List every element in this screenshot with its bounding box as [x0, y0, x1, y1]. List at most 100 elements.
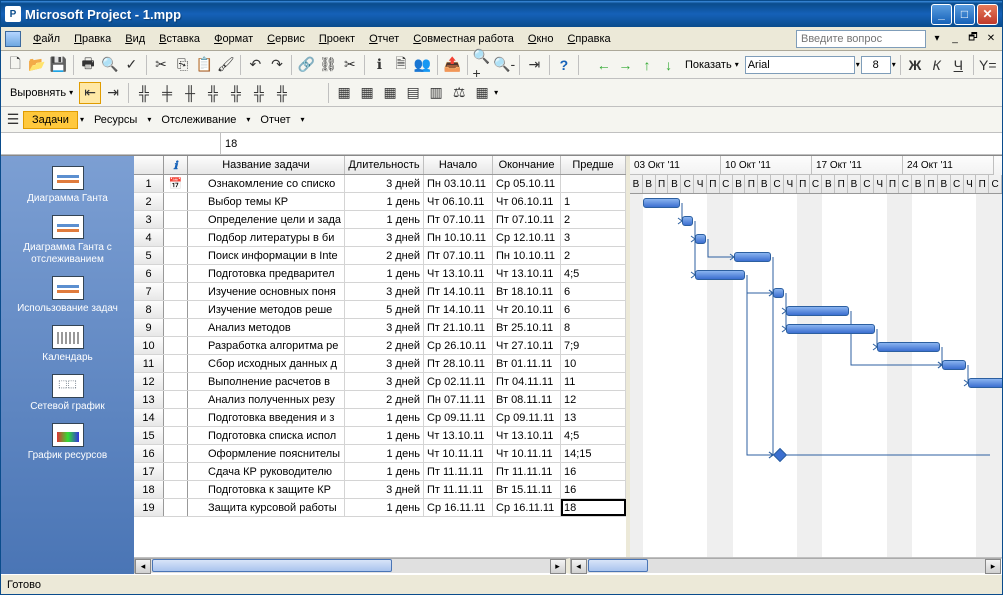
menu-вставка[interactable]: Вставка — [152, 30, 207, 48]
row-number[interactable]: 12 — [134, 373, 164, 390]
row-number[interactable]: 6 — [134, 265, 164, 282]
dur-cell[interactable]: 5 дней — [345, 301, 424, 318]
name-cell[interactable]: Сдача КР руководителю — [188, 463, 345, 480]
table-row[interactable]: 15Подготовка списка испол1 деньЧт 13.10.… — [134, 427, 626, 445]
gantt-bar[interactable] — [734, 252, 771, 262]
indent-button[interactable]: ⇥ — [102, 82, 124, 104]
start-cell[interactable]: Чт 13.10.11 — [424, 265, 493, 282]
row-number[interactable]: 14 — [134, 409, 164, 426]
start-header[interactable]: Начало — [424, 156, 493, 174]
dur-cell[interactable]: 1 день — [345, 193, 424, 210]
week-header[interactable]: 24 Окт '11 — [903, 156, 994, 175]
table-row[interactable]: 14Подготовка введения и з1 деньСр 09.11.… — [134, 409, 626, 427]
name-cell[interactable]: Сбор исходных данных д — [188, 355, 345, 372]
table-row[interactable]: 3Определение цели и зада1 деньПт 07.10.1… — [134, 211, 626, 229]
name-cell[interactable]: Анализ методов — [188, 319, 345, 336]
pred-cell[interactable]: 11 — [561, 373, 626, 390]
gantt-bar[interactable] — [942, 360, 966, 370]
dur-cell[interactable]: 1 день — [345, 445, 424, 462]
table-row[interactable]: 13Анализ полученных резу2 днейПн 07.11.1… — [134, 391, 626, 409]
preview-button[interactable]: 🔍 — [99, 54, 120, 76]
dur-cell[interactable]: 1 день — [345, 499, 424, 516]
dur-cell[interactable]: 3 дней — [345, 319, 424, 336]
name-cell[interactable]: Поиск информации в Inte — [188, 247, 345, 264]
report-tab[interactable]: Отчет — [252, 112, 298, 128]
pred-cell[interactable]: 3 — [561, 229, 626, 246]
ask-question-input[interactable] — [796, 30, 926, 48]
font-name-combo[interactable] — [745, 56, 855, 74]
pred-cell[interactable]: 12 — [561, 391, 626, 408]
info-cell[interactable] — [164, 319, 188, 336]
t2-button[interactable]: ╪ — [156, 82, 178, 104]
notes-button[interactable]: 🗎 — [391, 54, 412, 76]
table-row[interactable]: 17Сдача КР руководителю1 деньПт 11.11.11… — [134, 463, 626, 481]
g2-button[interactable]: ▦ — [356, 82, 378, 104]
g7-arrow-icon[interactable]: ▾ — [494, 88, 498, 97]
row-number[interactable]: 15 — [134, 427, 164, 444]
start-cell[interactable]: Пт 21.10.11 — [424, 319, 493, 336]
gantt-bar[interactable] — [773, 288, 784, 298]
end-cell[interactable]: Пт 04.11.11 — [493, 373, 561, 390]
link-button[interactable]: 🔗 — [296, 54, 317, 76]
info-cell[interactable] — [164, 229, 188, 246]
show-dropdown[interactable]: Показать▾ — [680, 54, 744, 76]
name-cell[interactable]: Выполнение расчетов в — [188, 373, 345, 390]
pred-cell[interactable]: 13 — [561, 409, 626, 426]
spell-button[interactable]: ✓ — [121, 54, 142, 76]
info-cell[interactable] — [164, 391, 188, 408]
end-cell[interactable]: Вт 18.10.11 — [493, 283, 561, 300]
gantt-bar[interactable] — [786, 306, 849, 316]
start-cell[interactable]: Чт 06.10.11 — [424, 193, 493, 210]
nav-gantt[interactable]: Использование задач — [1, 272, 134, 319]
g7-button[interactable]: ▦ — [471, 82, 493, 104]
name-cell[interactable]: Ознакомление со списко — [188, 175, 345, 192]
name-cell[interactable]: Разработка алгоритма ре — [188, 337, 345, 354]
end-cell[interactable]: Вт 25.10.11 — [493, 319, 561, 336]
close-button[interactable]: ✕ — [977, 4, 998, 25]
end-cell[interactable]: Ср 16.11.11 — [493, 499, 561, 516]
cell-reference[interactable] — [1, 133, 221, 154]
g1-button[interactable]: ▦ — [333, 82, 355, 104]
end-cell[interactable]: Чт 13.10.11 — [493, 427, 561, 444]
format-painter-button[interactable]: 🖌 — [216, 54, 237, 76]
gantt-scroll-thumb[interactable] — [588, 559, 648, 572]
gantt-bar[interactable] — [695, 234, 706, 244]
name-cell[interactable]: Выбор темы КР — [188, 193, 345, 210]
menu-файл[interactable]: Файл — [26, 30, 67, 48]
track-arrow-icon[interactable]: ▾ — [246, 115, 250, 124]
table-row[interactable]: 4Подбор литературы в би3 днейПн 10.10.11… — [134, 229, 626, 247]
new-button[interactable]: 🗋 — [5, 54, 26, 76]
info-cell[interactable] — [164, 445, 188, 462]
assign-button[interactable]: 👥 — [412, 54, 433, 76]
start-cell[interactable]: Пт 14.10.11 — [424, 283, 493, 300]
start-cell[interactable]: Пн 03.10.11 — [424, 175, 493, 192]
gantt-bar[interactable] — [695, 270, 745, 280]
info-cell[interactable] — [164, 301, 188, 318]
undo-button[interactable]: ↶ — [245, 54, 266, 76]
end-cell[interactable]: Пт 07.10.11 — [493, 211, 561, 228]
dur-cell[interactable]: 1 день — [345, 463, 424, 480]
table-row[interactable]: 5Поиск информации в Inte2 днейПт 07.10.1… — [134, 247, 626, 265]
pred-cell[interactable]: 10 — [561, 355, 626, 372]
name-cell[interactable]: Изучение основных поня — [188, 283, 345, 300]
start-cell[interactable]: Пт 14.10.11 — [424, 301, 493, 318]
info-cell[interactable]: 📅 — [164, 175, 188, 192]
help-button[interactable]: ? — [554, 54, 575, 76]
print-button[interactable]: 🖶 — [78, 54, 99, 76]
info-cell[interactable] — [164, 427, 188, 444]
redo-button[interactable]: ↷ — [267, 54, 288, 76]
resources-tab[interactable]: Ресурсы — [86, 112, 145, 128]
outdent-button[interactable]: ⇤ — [79, 82, 101, 104]
row-number[interactable]: 9 — [134, 319, 164, 336]
grid-scroll-left-button[interactable]: ◂ — [135, 559, 151, 574]
end-cell[interactable]: Пн 10.10.11 — [493, 247, 561, 264]
row-number[interactable]: 4 — [134, 229, 164, 246]
start-cell[interactable]: Чт 10.11.11 — [424, 445, 493, 462]
end-cell[interactable]: Чт 20.10.11 — [493, 301, 561, 318]
row-number[interactable]: 3 — [134, 211, 164, 228]
nav-gantt[interactable]: Диаграмма Ганта с отслеживанием — [1, 211, 134, 270]
filter-button[interactable]: Y= — [978, 54, 999, 76]
name-cell[interactable]: Подбор литературы в би — [188, 229, 345, 246]
gantt-bar[interactable] — [643, 198, 680, 208]
end-cell[interactable]: Чт 27.10.11 — [493, 337, 561, 354]
